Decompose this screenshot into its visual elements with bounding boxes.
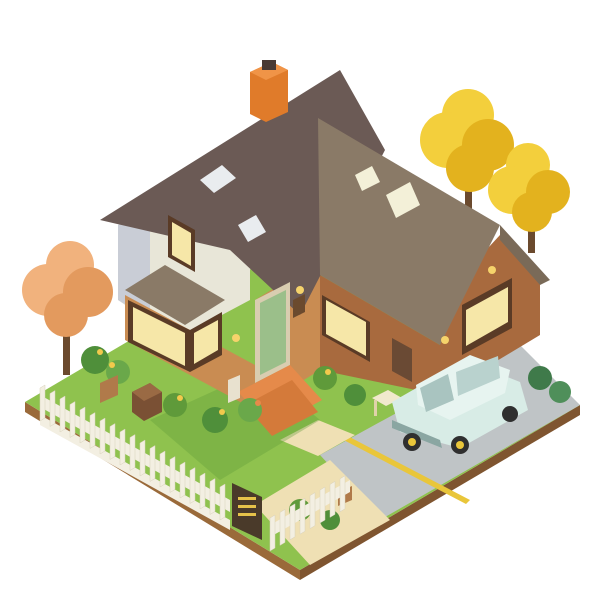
fence-picket — [209, 478, 216, 515]
fence-picket — [169, 456, 176, 493]
house-scene — [22, 60, 580, 580]
car-wheel-back — [502, 406, 518, 422]
fence-picket — [309, 492, 316, 530]
fence-picket — [119, 428, 126, 466]
fence-picket — [89, 412, 96, 449]
fence-picket — [219, 483, 226, 521]
fence-picket — [179, 461, 186, 499]
fence-picket — [129, 434, 136, 471]
fence-picket — [149, 445, 156, 482]
fence-picket — [69, 401, 76, 438]
fence-picket — [189, 467, 196, 504]
fence-picket — [59, 395, 66, 433]
fence-picket — [159, 450, 166, 488]
fence-picket — [329, 480, 336, 518]
fence-picket — [99, 417, 106, 455]
fence-picket — [139, 439, 146, 477]
fence-picket — [79, 406, 86, 444]
fence-picket — [109, 423, 116, 460]
fence-picket — [299, 497, 306, 535]
fence-picket — [339, 475, 346, 513]
fence-picket — [199, 472, 206, 510]
fence-picket — [319, 486, 326, 524]
fence-picket — [289, 503, 296, 541]
fence-picket — [269, 514, 276, 552]
fence-picket — [279, 508, 286, 546]
chimney-icon — [250, 60, 288, 122]
fence-picket — [39, 384, 46, 422]
fence-picket — [49, 390, 56, 427]
